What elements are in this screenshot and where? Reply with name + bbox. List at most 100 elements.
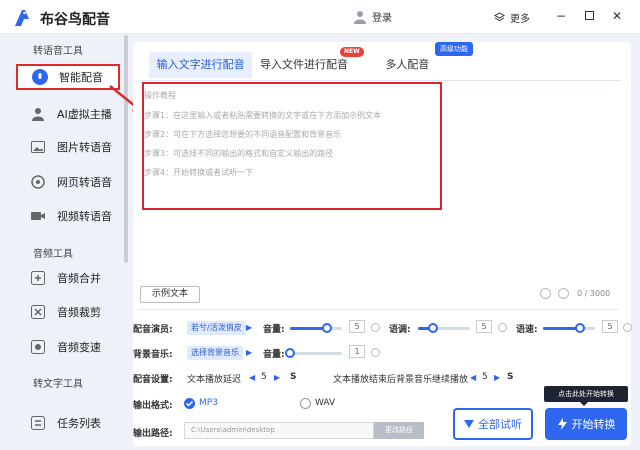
char-counter: 0 / 3000 <box>577 289 610 298</box>
delay-text: 文本播放延迟 <box>187 372 241 385</box>
bgm-volume-value[interactable]: 1 <box>349 345 365 358</box>
undo-icon[interactable] <box>540 288 551 299</box>
sidebar-item-audio-speed[interactable]: 音频变速 <box>16 334 120 360</box>
speed-value[interactable]: 5 <box>602 320 618 333</box>
volume-reset-icon[interactable] <box>371 323 380 332</box>
sidebar-item-video-to-speech[interactable]: 视频转语音 <box>16 203 120 229</box>
path-label: 输出路径: <box>133 426 173 439</box>
tab-import-file[interactable]: 导入文件进行配音 <box>252 52 355 78</box>
sidebar-item-label: 音频合并 <box>57 270 101 286</box>
bgm-volume-slider[interactable] <box>290 352 342 355</box>
sidebar-item-image-to-speech[interactable]: 图片转语音 <box>16 134 120 160</box>
voice-dropdown-icon[interactable]: ▶ <box>246 323 252 332</box>
image-icon <box>29 138 47 156</box>
sidebar-item-smart-dubbing[interactable]: 智能配音 <box>16 64 120 90</box>
app-title: 布谷鸟配音 <box>40 9 110 29</box>
slider-knob[interactable] <box>285 348 295 358</box>
speed-icon <box>29 338 47 356</box>
start-convert-button[interactable]: 开始转换 <box>545 408 627 440</box>
sidebar-section-audio: 音频工具 <box>33 245 73 260</box>
wav-label[interactable]: WAV <box>315 398 335 408</box>
bgm-volume-label: 音量: <box>263 347 285 360</box>
format-label: 输出格式: <box>133 398 173 411</box>
start-tooltip: 点击此处开始转换 <box>544 386 628 402</box>
sidebar-item-audio-trim[interactable]: 音频裁剪 <box>16 299 120 325</box>
layers-icon <box>494 12 505 23</box>
sidebar-item-label: 网页转语音 <box>57 174 112 190</box>
sidebar-item-label: 智能配音 <box>59 69 103 85</box>
sidebar-item-label: 音频变速 <box>57 339 101 355</box>
new-badge: NEW <box>340 47 364 57</box>
sidebar-item-task-list[interactable]: 任务列表 <box>16 410 120 436</box>
pitch-value[interactable]: 5 <box>476 320 492 333</box>
bgm-continue-unit: S <box>507 372 513 382</box>
bgm-label: 背景音乐: <box>133 347 173 360</box>
sidebar-item-label: 图片转语音 <box>57 139 112 155</box>
lightning-icon <box>557 418 568 430</box>
speed-reset-icon[interactable] <box>623 323 632 332</box>
config-label: 配音设置: <box>133 372 173 385</box>
change-path-button[interactable]: 更改路径 <box>374 422 424 439</box>
tab-text-input[interactable]: 输入文字进行配音 <box>149 52 252 78</box>
delay-decrease-icon[interactable]: ◀ <box>249 373 255 382</box>
bgm-continue-increase-icon[interactable]: ▶ <box>494 373 500 382</box>
maximize-button[interactable] <box>581 8 597 24</box>
volume-label: 音量: <box>263 322 285 335</box>
voice-select[interactable]: 若兮/活泼俏皮 <box>187 321 246 335</box>
bgm-select[interactable]: 选择背景音乐 <box>187 346 243 360</box>
bgm-dropdown-icon[interactable]: ▶ <box>246 348 252 357</box>
volume-value[interactable]: 5 <box>349 320 365 333</box>
sidebar-item-label: 音频裁剪 <box>57 304 101 320</box>
list-icon <box>29 414 47 432</box>
sidebar-item-audio-merge[interactable]: 音频合并 <box>16 265 120 291</box>
bgm-continue-decrease-icon[interactable]: ◀ <box>470 373 476 382</box>
output-path-input[interactable]: C:\Users\admin\desktop <box>184 422 374 439</box>
user-icon <box>354 10 366 24</box>
speed-slider[interactable] <box>543 327 595 330</box>
clear-icon[interactable] <box>558 288 569 299</box>
mode-tabs: 输入文字进行配音 导入文件进行配音 多人配音 <box>149 52 459 78</box>
close-button[interactable]: ✕ <box>609 8 625 24</box>
wav-radio[interactable] <box>300 398 311 409</box>
example-text-button[interactable]: 示例文本 <box>140 286 200 303</box>
audition-label: 全部试听 <box>478 416 522 432</box>
scissors-icon <box>29 303 47 321</box>
divider <box>139 309 619 310</box>
sidebar-item-label: 视频转语音 <box>57 208 112 224</box>
sidebar-item-ai-anchor[interactable]: AI虚拟主播 <box>16 101 120 127</box>
volume-slider[interactable] <box>290 327 342 330</box>
minimize-button[interactable]: − <box>553 8 569 24</box>
sidebar-item-label: 任务列表 <box>57 415 101 431</box>
mp3-radio[interactable] <box>184 398 195 409</box>
login-button[interactable]: 登录 <box>354 9 392 24</box>
pitch-reset-icon[interactable] <box>498 323 507 332</box>
merge-icon <box>29 269 47 287</box>
delay-value: 5 <box>261 372 267 382</box>
tutorial-highlight-box <box>142 82 442 210</box>
title-bar: 布谷鸟配音 登录 更多 − ✕ <box>0 0 640 34</box>
sidebar-scrollbar[interactable] <box>124 35 128 263</box>
mic-icon <box>31 68 49 86</box>
pitch-label: 语调: <box>389 322 411 335</box>
voice-label: 配音演员: <box>133 322 173 335</box>
pitch-slider[interactable] <box>418 327 470 330</box>
sidebar-section-stt: 转文字工具 <box>33 375 83 390</box>
bird-logo-icon <box>12 7 34 29</box>
slider-knob[interactable] <box>428 323 438 333</box>
advanced-badge: 高级功能 <box>435 42 473 56</box>
sidebar-item-web-to-speech[interactable]: 网页转语音 <box>16 169 120 195</box>
bgm-volume-reset-icon[interactable] <box>371 348 380 357</box>
mp3-label[interactable]: MP3 <box>199 398 218 408</box>
more-button[interactable]: 更多 <box>494 10 530 25</box>
avatar-icon <box>29 105 47 123</box>
sidebar-section-tts: 转语音工具 <box>33 42 83 57</box>
delay-increase-icon[interactable]: ▶ <box>274 373 280 382</box>
bgm-continue-value: 5 <box>482 372 488 382</box>
bgm-continue-text: 文本播放结束后背景音乐继续播放 <box>333 372 468 385</box>
delay-unit: S <box>290 372 296 382</box>
audition-all-button[interactable]: 全部试听 <box>453 408 533 440</box>
more-label: 更多 <box>510 10 530 25</box>
sidebar-item-label: AI虚拟主播 <box>57 106 112 122</box>
globe-icon <box>29 173 47 191</box>
play-down-icon <box>464 419 474 429</box>
